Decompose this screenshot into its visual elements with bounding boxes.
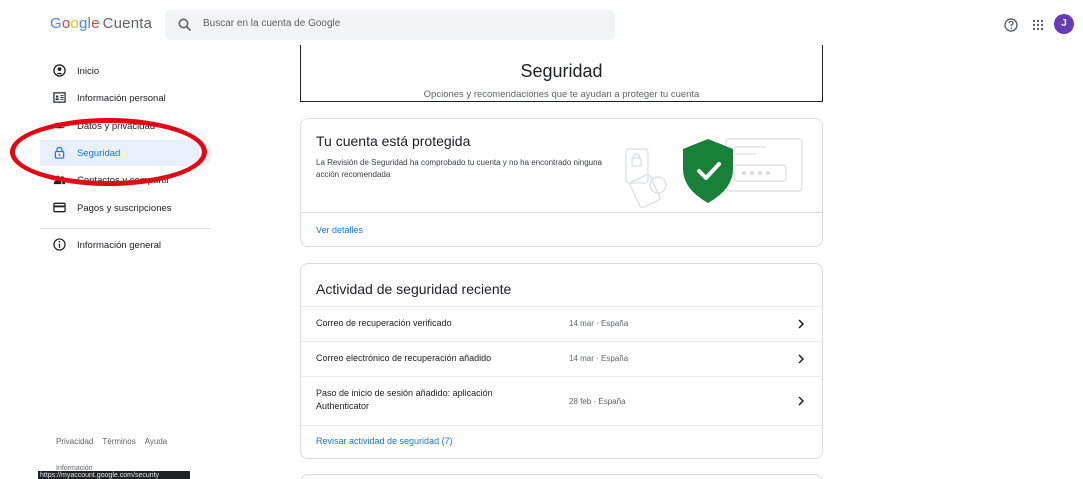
row-divider <box>301 341 822 342</box>
page-subtitle: Opciones y recomendaciones que te ayudan… <box>423 89 700 100</box>
sidebar-item-pagos[interactable]: Pagos y suscripciones <box>40 195 212 221</box>
row-divider <box>301 306 822 307</box>
search-input[interactable]: Buscar en la cuenta de Google <box>165 10 615 40</box>
activity-label: Correo electrónico de recuperación añadi… <box>316 353 492 363</box>
link-status-bar: https://myaccount.google.com/security <box>38 471 190 479</box>
card-title: Tu cuenta está protegida <box>316 133 471 149</box>
google-account-logo[interactable]: Google Cuenta <box>50 15 152 32</box>
apps-grid-icon[interactable] <box>1030 17 1046 33</box>
security-shield-illustration <box>625 138 803 208</box>
logo-letter: G <box>50 15 62 32</box>
terms-link[interactable]: Términos <box>102 437 135 446</box>
logo-letter: e <box>91 15 100 32</box>
view-details-link[interactable]: Ver detalles <box>316 225 363 235</box>
sidebar-item-datos-privacidad[interactable]: Datos y privacidad <box>40 113 212 139</box>
sidebar-item-label: Información personal <box>77 93 166 104</box>
credit-card-icon <box>53 202 66 213</box>
card-description: La Revisión de Seguridad ha comprobado t… <box>316 158 602 179</box>
chevron-right-icon <box>798 319 805 329</box>
logo-word: Cuenta <box>102 15 153 32</box>
review-security-activity-link[interactable]: Revisar actividad de seguridad (7) <box>316 436 453 446</box>
footer-links: Privacidad Términos Ayuda <box>56 437 176 446</box>
home-icon <box>53 64 66 77</box>
activity-meta: 14 mar · España <box>569 354 629 363</box>
activity-row[interactable]: Paso de inicio de sesión añadido: aplica… <box>301 376 822 426</box>
next-card-partial <box>300 474 823 479</box>
search-icon[interactable] <box>177 17 193 33</box>
logo-letter: o <box>70 15 79 32</box>
row-divider <box>301 376 822 377</box>
top-header: Google Cuenta Buscar en la cuenta de Goog… <box>0 0 1083 50</box>
protected-account-card: Tu cuenta está protegida La Revisión de … <box>300 118 823 247</box>
activity-row[interactable]: Correo de recuperación verificado 14 mar… <box>301 306 822 341</box>
page-header-box: Seguridad Opciones y recomendaciones que… <box>300 45 823 102</box>
id-card-icon <box>53 92 66 103</box>
help-icon[interactable] <box>1003 17 1019 33</box>
toggle-icon <box>53 122 66 129</box>
search-placeholder: Buscar en la cuenta de Google <box>203 18 341 29</box>
activity-label: Paso de inicio de sesión añadido: aplica… <box>316 388 493 411</box>
activity-meta: 28 feb · España <box>569 397 626 406</box>
chevron-right-icon <box>798 354 805 364</box>
sidebar-item-informacion-general[interactable]: Información general <box>40 232 212 258</box>
activity-meta: 14 mar · España <box>569 319 629 328</box>
recent-security-activity-card: Actividad de seguridad reciente Correo d… <box>300 263 823 459</box>
sidebar-item-label: Seguridad <box>77 148 121 159</box>
avatar[interactable]: J <box>1054 14 1074 34</box>
page-title: Seguridad <box>520 61 603 81</box>
card-divider <box>301 212 822 213</box>
sidebar-item-label: Datos y privacidad <box>77 121 156 132</box>
sidebar-item-contactos[interactable]: Contactos y compartir <box>40 167 212 193</box>
card-title: Actividad de seguridad reciente <box>316 281 512 297</box>
sidebar-divider <box>40 228 212 229</box>
privacy-link[interactable]: Privacidad <box>56 437 93 446</box>
sidebar-item-informacion-personal[interactable]: Información personal <box>40 85 212 111</box>
activity-row[interactable]: Correo electrónico de recuperación añadi… <box>301 341 822 376</box>
sidebar-item-label: Información general <box>77 240 161 251</box>
lock-icon <box>54 146 65 159</box>
help-link[interactable]: Ayuda <box>145 437 168 446</box>
sidebar-item-label: Contactos y compartir <box>77 175 170 186</box>
sidebar-item-seguridad[interactable]: Seguridad <box>40 140 212 166</box>
sidebar-item-inicio[interactable]: Inicio <box>40 58 212 84</box>
people-icon <box>53 175 66 185</box>
chevron-right-icon <box>798 396 805 406</box>
sidebar-item-label: Inicio <box>77 66 100 77</box>
sidebar-item-label: Pagos y suscripciones <box>77 203 172 214</box>
row-divider <box>301 425 822 426</box>
activity-label: Correo de recuperación verificado <box>316 318 452 328</box>
logo-letter: g <box>78 15 88 32</box>
info-icon <box>53 238 66 251</box>
